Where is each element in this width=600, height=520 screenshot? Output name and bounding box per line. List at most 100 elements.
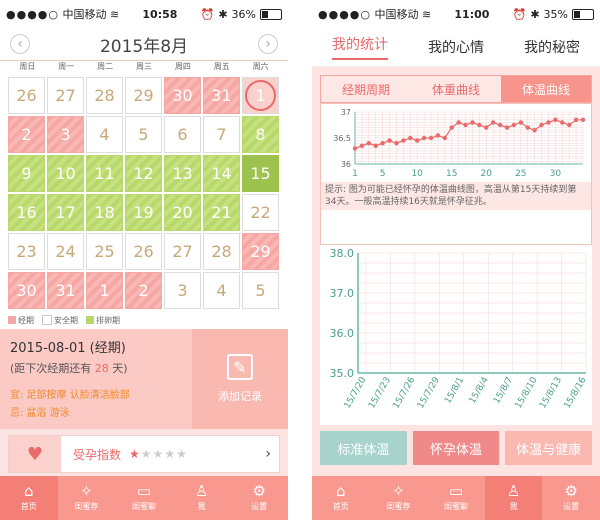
calendar-day[interactable]: 16: [8, 194, 45, 231]
tab-temperature-curve[interactable]: 体温曲线: [501, 76, 591, 102]
calendar-day[interactable]: 11: [86, 155, 123, 192]
pregnancy-index-row[interactable]: ♥ 受孕指数 ★★★★★ ›: [8, 435, 280, 473]
calendar-day[interactable]: 27: [164, 233, 201, 270]
tab-label: 首页: [20, 502, 37, 511]
calendar-day[interactable]: 20: [164, 194, 201, 231]
next-month-button[interactable]: ›: [258, 34, 278, 54]
calendar-day[interactable]: 26: [8, 77, 45, 114]
prev-month-button[interactable]: ‹: [10, 34, 30, 54]
data-point: [525, 125, 530, 130]
status-bar: ●●●●○ 中国移动 ≋ 11:00 ⏰ ✱ 35%: [312, 0, 600, 28]
star-empty-icon: ★: [140, 447, 153, 461]
calendar-day[interactable]: 25: [86, 233, 123, 270]
tab-period-cycle[interactable]: 经期周期: [321, 76, 411, 102]
calendar-day[interactable]: 17: [47, 194, 84, 231]
day-info: 2015-08-01 (经期) (距下次经期还有 28 天) 宜: 足部按摩 认…: [0, 329, 192, 429]
data-point: [421, 135, 427, 141]
calendar-day[interactable]: 24: [47, 233, 84, 270]
tab-recommend[interactable]: ✧ 闺蜜荐: [58, 476, 116, 520]
calendar-day[interactable]: 31: [203, 77, 240, 114]
tab-label: 闺蜜聊: [131, 502, 156, 511]
calendar-day[interactable]: 10: [47, 155, 84, 192]
standard-temp-button[interactable]: 标准体温: [320, 431, 407, 465]
legend-safe: 安全期: [42, 315, 78, 326]
calendar-day[interactable]: 1: [242, 77, 279, 114]
profile-icon: ♙: [506, 482, 521, 500]
calendar-day[interactable]: 9: [8, 155, 45, 192]
x-tick-label: 15/8/1: [443, 376, 466, 406]
tab-my-secret[interactable]: 我的秘密: [524, 37, 580, 57]
selected-date: 2015-08-01 (经期): [10, 341, 126, 356]
tab-me[interactable]: ♙ 我: [173, 476, 231, 520]
tab-chat[interactable]: ▭ 闺蜜聊: [427, 476, 485, 520]
calendar-day[interactable]: 8: [242, 116, 279, 153]
calendar-day[interactable]: 31: [47, 272, 84, 309]
calendar-day[interactable]: 30: [164, 77, 201, 114]
pregnancy-index-label: 受孕指数: [73, 447, 122, 462]
y-tick-label: 35.0: [330, 367, 355, 380]
data-point: [566, 122, 572, 128]
calendar-day[interactable]: 6: [164, 116, 201, 153]
pregnancy-temp-button[interactable]: 怀孕体温: [412, 431, 500, 465]
tab-my-stats[interactable]: 我的统计: [332, 34, 388, 60]
add-record-button[interactable]: ✎ 添加记录: [192, 329, 288, 429]
calendar-day[interactable]: 26: [125, 233, 162, 270]
calendar-day[interactable]: 7: [203, 116, 240, 153]
calendar-day[interactable]: 22: [242, 194, 279, 231]
calendar-day[interactable]: 19: [125, 194, 162, 231]
carrier: 中国移动: [62, 8, 107, 21]
home-icon: ⌂: [336, 482, 346, 500]
battery-fill: [573, 10, 581, 18]
calendar-day[interactable]: 28: [86, 77, 123, 114]
sub-tabs: 经期周期 体重曲线 体温曲线: [320, 75, 592, 103]
calendar-day[interactable]: 3: [47, 116, 84, 153]
x-tick-label: 15/8/10: [514, 375, 540, 410]
tab-me[interactable]: ♙ 我: [484, 476, 543, 520]
calendar-day[interactable]: 23: [8, 233, 45, 270]
calendar-day[interactable]: 28: [203, 233, 240, 270]
tab-label: 闺蜜荐: [74, 502, 99, 511]
tab-home[interactable]: ⌂ 首页: [0, 476, 58, 520]
calendar-day[interactable]: 27: [47, 77, 84, 114]
tab-label: 设置: [563, 502, 580, 511]
calendar-day[interactable]: 29: [242, 233, 279, 270]
tab-settings[interactable]: ⚙ 设置: [542, 476, 600, 520]
chart-tip: 提示: 图为可能已经怀孕的体温曲线图，高温从第15天持续到第34天。一般高温持续…: [321, 182, 591, 210]
tab-recommend[interactable]: ✧ 闺蜜荐: [370, 476, 428, 520]
calendar-day[interactable]: 18: [86, 194, 123, 231]
calendar-day[interactable]: 5: [125, 116, 162, 153]
calendar-day[interactable]: 13: [164, 155, 201, 192]
calendar-day[interactable]: 15: [242, 155, 279, 192]
settings-icon: ⚙: [564, 482, 578, 500]
tab-chat[interactable]: ▭ 闺蜜聊: [115, 476, 173, 520]
weekday-label: 周二: [97, 62, 114, 71]
calendar-day[interactable]: 5: [242, 272, 279, 309]
calendar-day[interactable]: 29: [125, 77, 162, 114]
battery-icon: [259, 8, 282, 20]
calendar-day[interactable]: 2: [8, 116, 45, 153]
calendar-day[interactable]: 3: [164, 272, 201, 309]
battery-fill: [261, 10, 269, 18]
temp-health-button[interactable]: 体温与健康: [505, 431, 593, 465]
data-point: [380, 141, 385, 146]
y-tick-label: 36.5: [333, 134, 351, 143]
tab-home[interactable]: ⌂ 首页: [312, 476, 370, 520]
data-point: [546, 120, 551, 125]
heart-icon: ♥: [9, 436, 61, 472]
chevron-right-icon: ›: [265, 446, 271, 462]
calendar-day[interactable]: 12: [125, 155, 162, 192]
calendar-day[interactable]: 14: [203, 155, 240, 192]
calendar-day[interactable]: 4: [203, 272, 240, 309]
calendar-day[interactable]: 30: [8, 272, 45, 309]
bottom-tab-bar: ⌂ 首页 ✧ 闺蜜荐 ▭ 闺蜜聊 ♙ 我 ⚙ 设置: [312, 476, 600, 520]
data-point: [359, 143, 365, 148]
calendar-day[interactable]: 4: [86, 116, 123, 153]
calendar-day[interactable]: 21: [203, 194, 240, 231]
edit-icon: ✎: [227, 354, 253, 380]
tab-my-mood[interactable]: 我的心情: [428, 37, 484, 57]
star-empty-icon: ★: [152, 447, 165, 461]
calendar-day[interactable]: 2: [125, 272, 162, 309]
tab-settings[interactable]: ⚙ 设置: [230, 476, 288, 520]
tab-weight-curve[interactable]: 体重曲线: [411, 76, 501, 102]
calendar-day[interactable]: 1: [86, 272, 123, 309]
